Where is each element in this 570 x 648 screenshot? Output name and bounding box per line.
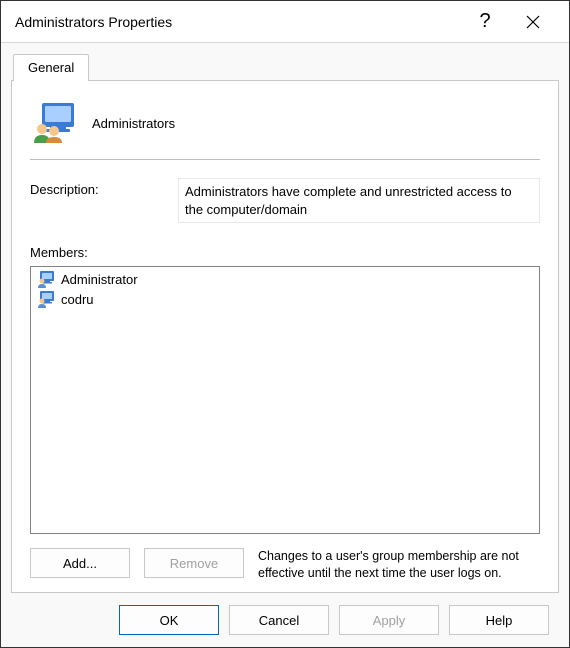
group-icon [32,103,76,143]
description-label: Description: [30,178,168,197]
close-icon [526,15,540,29]
remove-button: Remove [144,548,244,578]
group-header: Administrators [30,99,540,157]
list-item[interactable]: codru [35,289,535,309]
membership-hint: Changes to a user's group membership are… [258,548,540,582]
description-field[interactable]: Administrators have complete and unrestr… [178,178,540,223]
tabstrip: General [11,53,559,81]
dialog-button-row: OK Cancel Apply Help [11,593,559,635]
description-row: Description: Administrators have complet… [30,178,540,223]
tabpage-general: Administrators Description: Administrato… [11,80,559,593]
close-button[interactable] [509,1,557,43]
window-title: Administrators Properties [15,14,461,30]
member-name: Administrator [61,272,138,287]
apply-button: Apply [339,605,439,635]
user-icon [37,290,55,308]
members-label: Members: [30,245,540,260]
user-icon [37,270,55,288]
list-item[interactable]: Administrator [35,269,535,289]
tab-general[interactable]: General [13,54,89,81]
help-button-icon[interactable]: ? [461,1,509,43]
ok-button[interactable]: OK [119,605,219,635]
add-button[interactable]: Add... [30,548,130,578]
divider [30,159,540,160]
titlebar: Administrators Properties ? [1,1,569,43]
below-list-row: Add... Remove Changes to a user's group … [30,548,540,582]
group-name: Administrators [92,116,175,131]
help-button[interactable]: Help [449,605,549,635]
member-name: codru [61,292,94,307]
cancel-button[interactable]: Cancel [229,605,329,635]
client-area: General Administrators Description: [1,43,569,647]
members-list[interactable]: Administrator codru [30,266,540,534]
